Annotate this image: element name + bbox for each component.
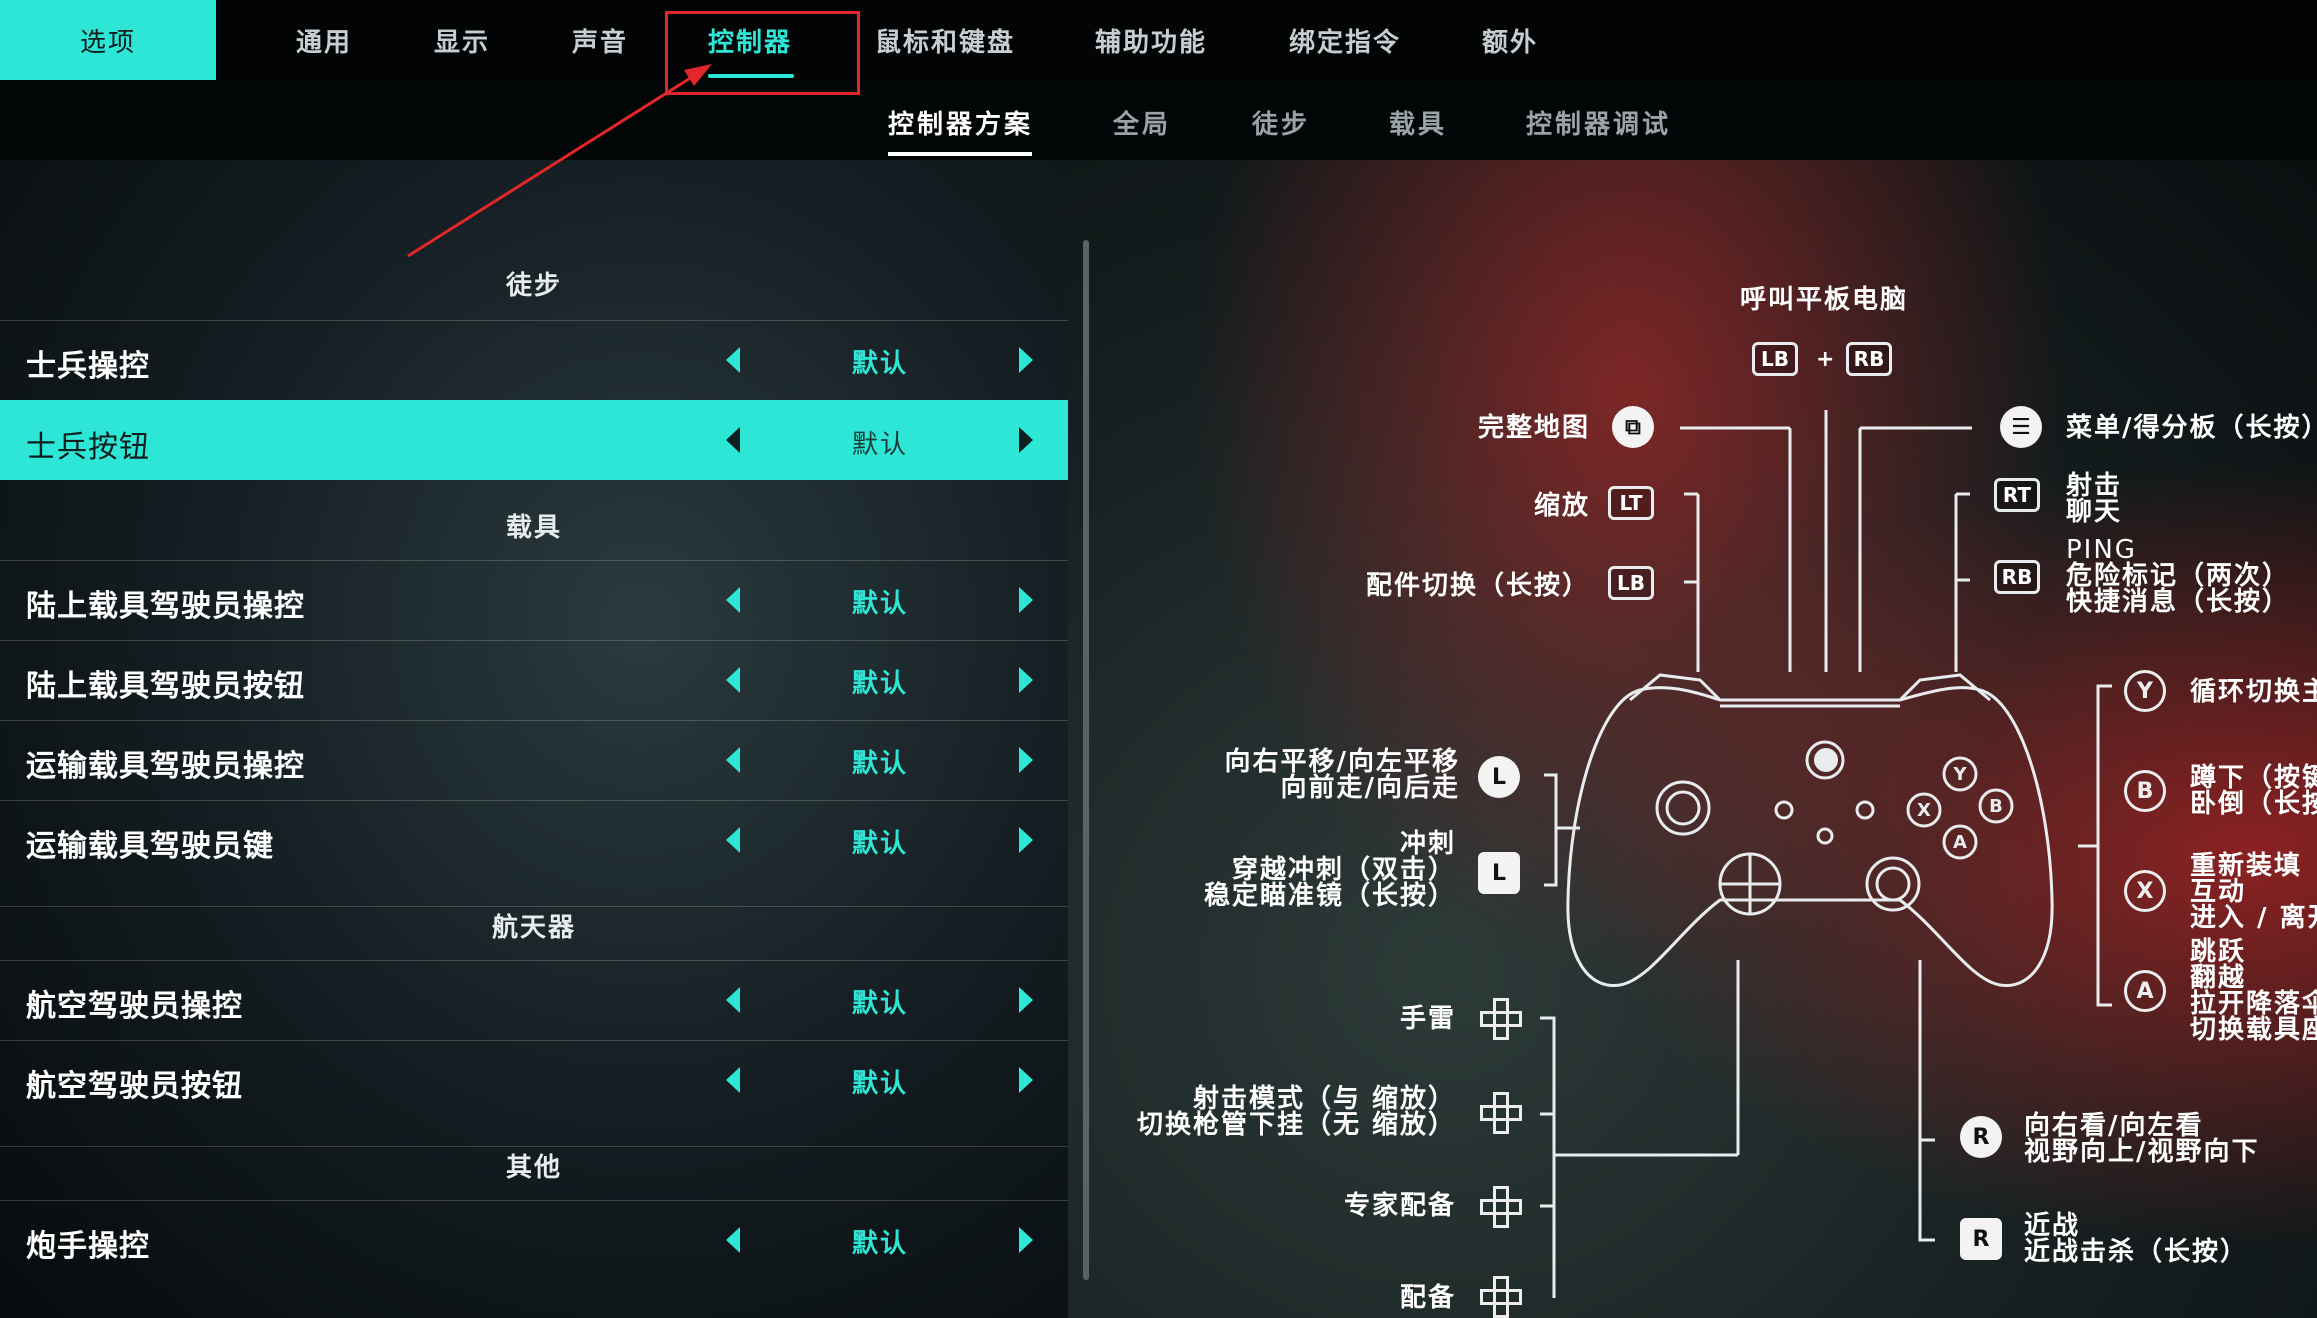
dpad-icon xyxy=(1480,1276,1522,1318)
dpad-icon xyxy=(1480,1092,1522,1134)
dpad-icon xyxy=(1480,998,1522,1040)
xbox-logo-icon xyxy=(1814,748,1838,772)
y-button-icon: Y xyxy=(2124,670,2166,712)
zoom-label: 缩放 xyxy=(1533,491,1590,521)
b-button-icon: B xyxy=(2124,770,2166,812)
rb-button-icon: RB xyxy=(1994,560,2040,594)
rs-pitch-label: 视野向上/视野向下 xyxy=(2024,1137,2260,1167)
menu-button-icon: ☰ xyxy=(2000,406,2042,448)
face-b-label: B xyxy=(1989,796,2003,817)
rb-quickmsg-label: 快捷消息（长按） xyxy=(2066,587,2291,617)
a-vault-label: 翻越 xyxy=(2190,963,2247,993)
dpad-icon xyxy=(1480,1186,1522,1228)
melee-label: 近战 xyxy=(2024,1211,2081,1241)
steady-scope-label: 稳定瞄准镜（长按） xyxy=(1203,881,1456,911)
rt-button-icon: RT xyxy=(1994,478,2040,512)
underbarrel-label: 切换枪管下挂（无 缩放） xyxy=(1136,1110,1456,1140)
b-prone-label: 卧倒（长按 xyxy=(2190,789,2317,819)
right-stick-click-icon: R xyxy=(1960,1218,2002,1260)
lb-button-icon: LB xyxy=(1752,342,1798,376)
x-reload-label: 重新装填 xyxy=(2190,851,2303,881)
left-stick-icon: L xyxy=(1478,756,1520,798)
a-button-icon: A xyxy=(2124,970,2166,1012)
b-crouch-label: 蹲下（按键 xyxy=(2190,763,2317,793)
right-stick-icon: R xyxy=(1960,1116,2002,1158)
fire-mode-label: 射击模式（与 缩放） xyxy=(1192,1084,1456,1114)
lt-button-icon: LT xyxy=(1608,486,1654,520)
plus-sign: + xyxy=(1816,347,1837,372)
full-map-label: 完整地图 xyxy=(1477,413,1590,443)
ls-move-label: 向前走/向后走 xyxy=(1280,773,1460,803)
x-enter-exit-label: 进入 / 离开 xyxy=(2190,903,2317,933)
x-interact-label: 互动 xyxy=(2190,877,2247,907)
specialist-label: 专家配备 xyxy=(1343,1191,1456,1221)
a-switch-seat-label: 切换载具座 xyxy=(2190,1015,2317,1045)
rs-look-label: 向右看/向左看 xyxy=(2024,1111,2204,1141)
rb-danger-label: 危险标记（两次） xyxy=(2066,561,2291,591)
rb-button-icon: RB xyxy=(1846,342,1892,376)
sprint-label: 冲刺 xyxy=(1399,829,1456,859)
rb-ping-label: PING xyxy=(2066,535,2137,565)
rt-fire-label: 射击 xyxy=(2066,471,2123,501)
tablet-label: 呼叫平板电脑 xyxy=(1740,285,1909,315)
menu-scoreboard-label: 菜单/得分板（长按） xyxy=(2066,413,2317,443)
grenade-label: 手雷 xyxy=(1399,1004,1456,1034)
melee-takedown-label: 近战击杀（长按） xyxy=(2024,1237,2249,1267)
x-button-icon: X xyxy=(2124,870,2166,912)
ls-strafe-label: 向右平移/向左平移 xyxy=(1224,747,1460,777)
attachment-toggle-label: 配件切换（长按） xyxy=(1365,571,1590,601)
a-jump-label: 跳跃 xyxy=(2190,937,2247,967)
left-stick-click-icon: L xyxy=(1478,852,1520,894)
a-parachute-label: 拉开降落伞 xyxy=(2190,989,2317,1019)
view-button-icon: ⧉ xyxy=(1612,406,1654,448)
lb-button-icon: LB xyxy=(1608,566,1654,600)
face-a-label: A xyxy=(1953,832,1967,853)
y-cycle-label: 循环切换主 xyxy=(2190,677,2317,707)
sprint-dash-label: 穿越冲刺（双击） xyxy=(1231,855,1456,885)
rt-chat-label: 聊天 xyxy=(2066,497,2123,527)
controller-outline xyxy=(1566,686,2054,988)
face-y-label: Y xyxy=(1952,764,1967,785)
gadget-label: 配备 xyxy=(1399,1283,1456,1313)
face-x-label: X xyxy=(1917,800,1931,821)
